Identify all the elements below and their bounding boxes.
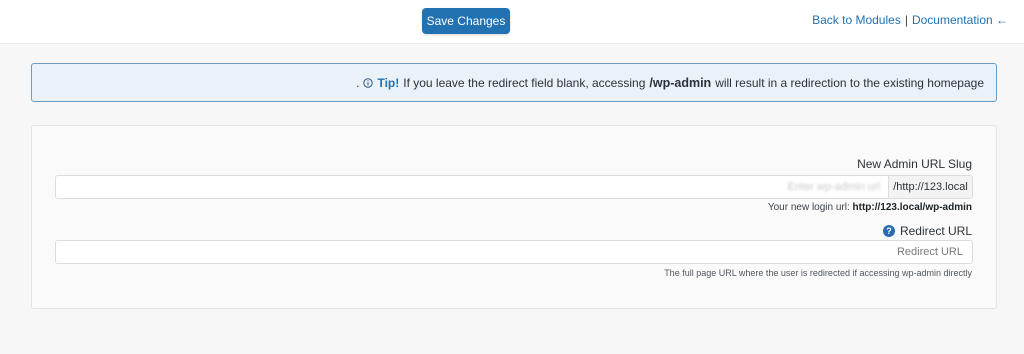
tip-path: /wp-admin (649, 75, 712, 90)
slug-input[interactable] (55, 175, 888, 199)
top-toolbar: Save Changes Back to Modules | Documenta… (0, 0, 1024, 44)
tip-label: Tip! (377, 75, 400, 90)
redirect-url-input[interactable] (55, 240, 973, 264)
question-circle-icon[interactable]: ? (882, 225, 895, 237)
login-url-note: Your new login url: http://123.local/wp-… (768, 202, 972, 213)
tip-text-before: If you leave the redirect field blank, a… (403, 75, 646, 90)
slug-input-group: /http://123.local (55, 175, 973, 199)
save-changes-button[interactable]: Save Changes (422, 8, 510, 34)
slug-field-label: New Admin URL Slug (857, 157, 972, 171)
tip-notice: . Tip! If you leave the redirect field b… (31, 63, 997, 102)
top-links: Back to Modules | Documentation ← (812, 13, 1008, 27)
link-separator: | (904, 13, 908, 27)
info-circle-icon (363, 77, 374, 88)
slug-label-text: New Admin URL Slug (857, 157, 972, 171)
redirect-field-label: ? Redirect URL (882, 224, 972, 238)
slug-url-suffix: /http://123.local (888, 175, 973, 199)
redirect-label-text: Redirect URL (899, 224, 972, 238)
documentation-link[interactable]: Documentation ← (912, 13, 1008, 27)
redirect-help-text: The full page URL where the user is redi… (664, 268, 972, 278)
tip-text-after: will result in a redirection to the exis… (715, 75, 984, 90)
back-to-modules-link[interactable]: Back to Modules (812, 13, 901, 27)
login-url-prefix: Your new login url: (767, 202, 850, 213)
tip-prefix: . (356, 75, 360, 90)
login-url-value: http://123.local/wp-admin (852, 202, 972, 213)
settings-panel: New Admin URL Slug /http://123.local You… (31, 125, 997, 309)
